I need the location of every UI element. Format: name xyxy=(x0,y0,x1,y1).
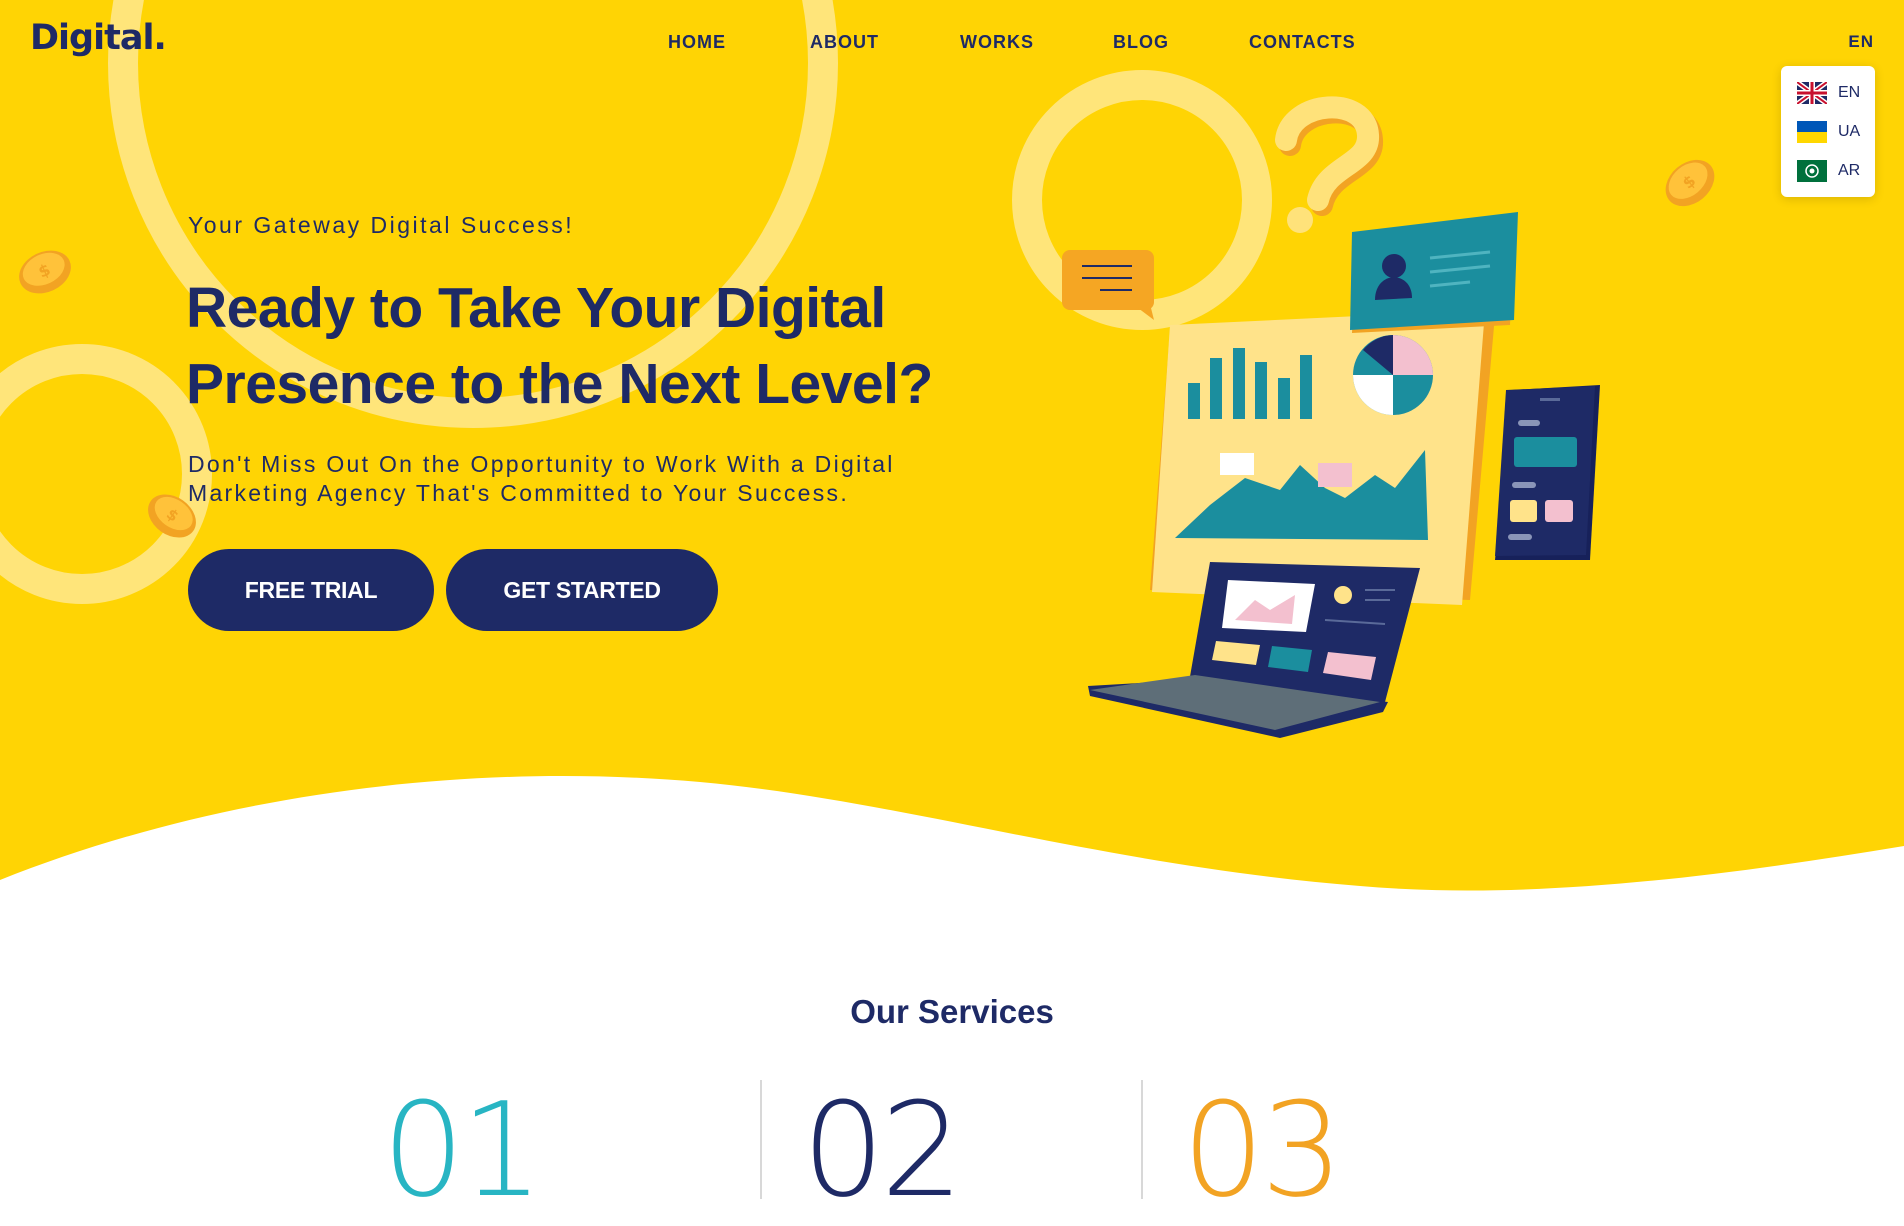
free-trial-button[interactable]: FREE TRIAL xyxy=(188,549,434,631)
dashboard-chart-icon xyxy=(1150,310,1495,605)
chat-bubble-icon xyxy=(1062,250,1154,320)
language-option-ar[interactable]: AR xyxy=(1797,158,1867,184)
language-code: UA xyxy=(1838,123,1861,140)
hero-tagline: Your Gateway Digital Success! xyxy=(188,212,575,238)
language-dropdown: EN UA AR xyxy=(1781,66,1875,197)
user-card-icon xyxy=(1350,212,1518,333)
nav-blog[interactable]: BLOG xyxy=(1113,32,1169,53)
pie-chart-icon xyxy=(1353,335,1433,415)
nav-home[interactable]: HOME xyxy=(668,32,726,53)
service-number-01: 01 xyxy=(382,1074,543,1226)
hero-illustration xyxy=(1062,96,1600,738)
language-code: EN xyxy=(1838,84,1861,101)
services-title: Our Services xyxy=(850,993,1054,1030)
service-number-03: 03 xyxy=(1182,1074,1343,1226)
get-started-button[interactable]: GET STARTED xyxy=(446,549,718,631)
service-number-02: 02 xyxy=(802,1074,963,1226)
smartphone-icon xyxy=(1495,385,1600,560)
hero-headline: Ready to Take Your Digital Presence to t… xyxy=(186,276,933,416)
hero-subtext: Don't Miss Out On the Opportunity to Wor… xyxy=(188,451,895,506)
nav-contacts[interactable]: CONTACTS xyxy=(1249,32,1356,53)
arab-league-flag-icon xyxy=(1797,160,1827,182)
main-nav: HOME ABOUT WORKS BLOG CONTACTS xyxy=(0,32,1904,52)
ua-flag-icon xyxy=(1797,121,1827,143)
language-code: AR xyxy=(1838,162,1861,179)
language-option-ua[interactable]: UA xyxy=(1797,119,1867,145)
nav-works[interactable]: WORKS xyxy=(960,32,1034,53)
uk-flag-icon xyxy=(1797,82,1827,104)
service-divider xyxy=(1141,1080,1143,1199)
service-divider xyxy=(760,1080,762,1199)
language-selector[interactable]: EN xyxy=(1848,32,1874,52)
question-mark-icon xyxy=(1275,96,1383,233)
hero-section: $ $ $ Digital. HOME ABOUT WORKS BLOG CON… xyxy=(0,0,1904,900)
laptop-icon xyxy=(1088,562,1420,738)
language-option-en[interactable]: EN xyxy=(1797,80,1867,106)
nav-about[interactable]: ABOUT xyxy=(810,32,879,53)
